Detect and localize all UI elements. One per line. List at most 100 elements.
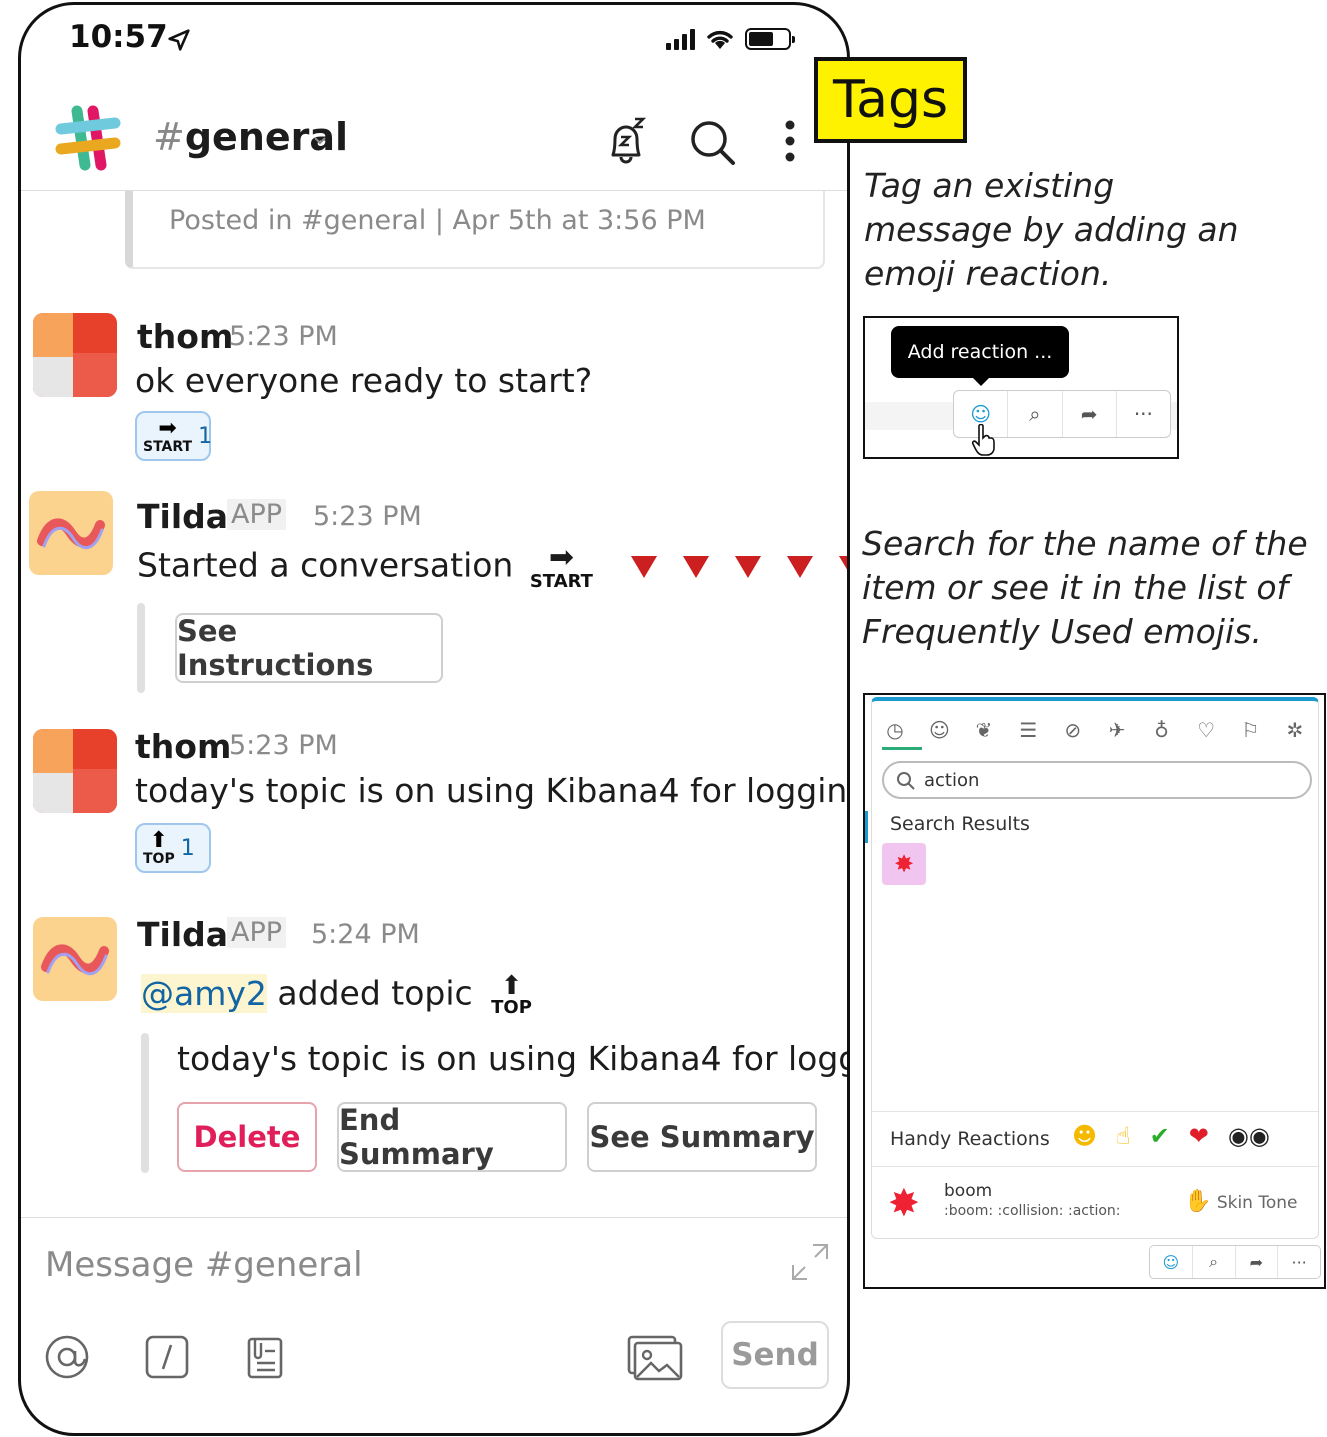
instruction-note-1: Tag an existing message by adding an emo…	[864, 164, 1239, 296]
see-summary-button[interactable]: See Summary	[587, 1102, 817, 1172]
message-text: today's topic is on using Kibana4 for lo…	[135, 771, 850, 810]
expand-icon[interactable]	[789, 1241, 831, 1283]
add-reaction-icon[interactable]: ☺	[1150, 1246, 1193, 1278]
emoji-picker-screenshot: ◷ ☺ ❦ ☰ ⊘ ✈ ♁ ♡ ⚐ ✲ action Search Result…	[863, 693, 1326, 1289]
handy-reactions-label: Handy Reactions	[890, 1128, 1050, 1150]
at-mention-icon[interactable]	[43, 1333, 91, 1381]
active-tab-indicator	[882, 747, 922, 750]
share-icon[interactable]: ➦	[1236, 1246, 1279, 1278]
start-arrow-icon: ➡ START	[529, 540, 593, 592]
raised-hand-icon: ✋	[1184, 1189, 1212, 1214]
message-text: Started a conversation ➡ START	[137, 540, 847, 592]
emoji-category-tabs: ◷ ☺ ❦ ☰ ⊘ ✈ ♁ ♡ ⚐ ✲	[880, 715, 1310, 745]
emoji-search-input[interactable]: action	[882, 761, 1312, 799]
reaction-pill[interactable]: ➡ START 1	[135, 411, 213, 461]
image-icon[interactable]	[627, 1333, 683, 1381]
delete-button[interactable]: Delete	[177, 1102, 317, 1172]
slightly-smiling-emoji-icon[interactable]: ☻	[1072, 1122, 1097, 1150]
location-arrow-icon	[168, 29, 190, 51]
emoji-search-value: action	[924, 770, 980, 791]
app-badge: APP	[227, 499, 287, 530]
check-mark-emoji-icon[interactable]: ✔	[1150, 1122, 1170, 1150]
status-time: 10:57	[69, 19, 168, 55]
emoji-preview: ✸ boom :boom: :collision: :action: ✋ Ski…	[872, 1167, 1318, 1243]
note-line: Tag an existing	[864, 166, 1115, 205]
message-author[interactable]: Tilda	[137, 497, 228, 536]
chevron-down-icon[interactable]	[311, 131, 329, 149]
message-time: 5:23 PM	[229, 321, 338, 352]
slack-logo-icon	[55, 105, 121, 171]
heart-icon[interactable]: ♡	[1191, 715, 1221, 745]
file-icon[interactable]	[241, 1333, 289, 1381]
message-actions-bar: ☺ ⌕ ➦ ···	[1149, 1245, 1321, 1279]
composer-divider	[21, 1217, 847, 1218]
note-line: Search for the name of the	[862, 524, 1308, 563]
reaction-pill[interactable]: ⬆ TOP 1	[135, 823, 211, 873]
avatar[interactable]	[33, 729, 117, 813]
slash-command-icon[interactable]	[143, 1333, 191, 1381]
hand-cursor-icon	[971, 424, 995, 456]
avatar-thom-icon	[33, 313, 117, 397]
more-actions-icon[interactable]: ···	[1278, 1246, 1320, 1278]
user-mention[interactable]: @amy2	[141, 973, 267, 1013]
plane-icon[interactable]: ✈	[1102, 715, 1132, 745]
message-author[interactable]: thom	[135, 727, 231, 766]
tags-label: Tags	[814, 57, 967, 143]
note-line: item or see it in the list of	[862, 568, 1289, 607]
message-input[interactable]: Message #general	[45, 1245, 363, 1285]
reply-thread-icon[interactable]: ⌕	[1008, 391, 1063, 437]
top-arrow-icon: ⬆ TOP	[143, 828, 175, 867]
message-text-content: added topic	[277, 973, 473, 1013]
boom-emoji-icon[interactable]: ✸	[882, 843, 926, 885]
emoji-picker: ◷ ☺ ❦ ☰ ⊘ ✈ ♁ ♡ ⚐ ✲ action Search Result…	[871, 697, 1319, 1239]
search-icon[interactable]	[685, 115, 739, 169]
message-author[interactable]: thom	[137, 317, 233, 356]
smiley-icon[interactable]: ☺	[924, 715, 954, 745]
message-author[interactable]: Tilda	[137, 915, 228, 954]
eyes-emoji-icon[interactable]: ◉◉	[1228, 1122, 1270, 1150]
note-line: emoji reaction.	[864, 254, 1112, 293]
note-line: Frequently Used emojis.	[862, 612, 1262, 651]
message-time: 5:24 PM	[311, 919, 420, 950]
skin-tone-label: Skin Tone	[1216, 1193, 1298, 1213]
quoted-text: today's topic is on using Kibana4 for lo…	[177, 1039, 850, 1078]
see-instructions-button[interactable]: See Instructions	[175, 613, 443, 683]
share-icon[interactable]: ➦	[1063, 391, 1117, 437]
more-actions-icon[interactable]: ···	[1117, 391, 1170, 437]
search-results-heading: Search Results	[890, 813, 1030, 835]
reaction-count: 1	[180, 835, 195, 861]
posted-in-text: Posted in #general | Apr 5th at 3:56 PM	[169, 205, 706, 236]
lightbulb-icon[interactable]: ♁	[1147, 715, 1177, 745]
wifi-icon	[707, 30, 733, 49]
end-summary-button[interactable]: End Summary	[337, 1102, 567, 1172]
reply-thread-icon[interactable]: ⌕	[1193, 1246, 1236, 1278]
send-button[interactable]: Send	[721, 1321, 829, 1389]
skin-tone-button[interactable]: ✋ Skin Tone	[1184, 1189, 1297, 1214]
app-badge: APP	[227, 917, 287, 948]
gear-icon[interactable]: ✲	[1280, 715, 1310, 745]
attachment-bar	[141, 1033, 149, 1173]
avatar[interactable]	[33, 313, 117, 397]
reaction-count: 1	[198, 423, 213, 449]
leaf-icon[interactable]: ❦	[969, 715, 999, 745]
search-icon	[897, 772, 915, 790]
burger-icon[interactable]: ☰	[1013, 715, 1043, 745]
clock-icon[interactable]: ◷	[880, 715, 910, 745]
snooze-bell-icon[interactable]	[599, 115, 653, 169]
more-vertical-icon[interactable]	[763, 115, 817, 169]
thumbs-up-emoji-icon[interactable]: ☝	[1116, 1122, 1131, 1150]
add-reaction-screenshot: Add reaction ... ☺ ⌕ ➦ ···	[863, 316, 1179, 459]
red-triangle-icons	[631, 546, 847, 585]
ball-icon[interactable]: ⊘	[1058, 715, 1088, 745]
add-reaction-tooltip: Add reaction ...	[891, 326, 1069, 386]
avatar[interactable]	[29, 491, 113, 575]
status-indicators	[666, 27, 795, 51]
heart-emoji-icon[interactable]: ❤	[1189, 1122, 1209, 1150]
flag-icon[interactable]: ⚐	[1236, 715, 1266, 745]
avatar[interactable]	[33, 917, 117, 1001]
message-text: @amy2 added topic ⬆ TOP	[141, 973, 532, 1017]
handy-reactions-emojis: ☻ ☝ ✔ ❤ ◉◉	[1072, 1122, 1270, 1150]
preview-emoji-codes: :boom: :collision: :action:	[944, 1203, 1121, 1219]
phone-frame: 10:57 #general Posted in #general | Apr …	[18, 2, 850, 1436]
message-text: ok everyone ready to start?	[135, 361, 593, 400]
